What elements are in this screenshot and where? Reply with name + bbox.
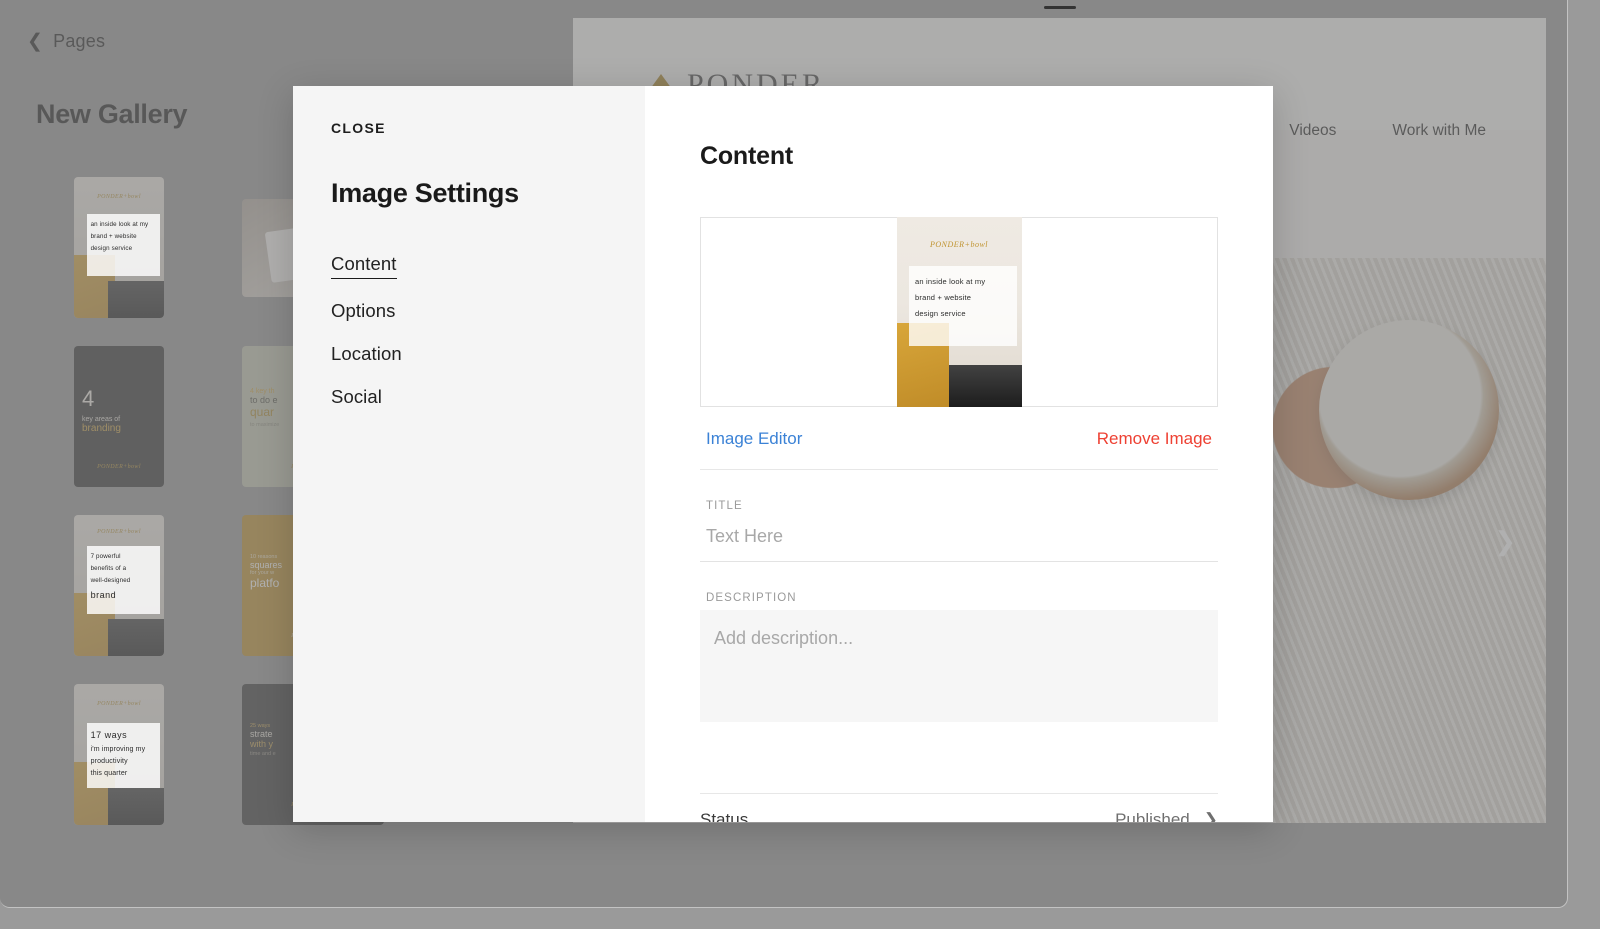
image-thumbnail: PONDER+bowl an inside look at my brand +… <box>896 217 1022 407</box>
image-settings-modal: CLOSE Image Settings Content Options Loc… <box>293 86 1273 822</box>
thumbnail-overlay-text: an inside look at my brand + website des… <box>86 213 161 276</box>
brandmark-text: PONDER+bowl <box>929 239 989 249</box>
settings-nav-item-content[interactable]: Content <box>331 253 397 279</box>
title-field-label: TITLE <box>706 500 743 512</box>
status-label: Status <box>700 810 749 822</box>
chevron-right-icon: ❯ <box>1203 810 1218 822</box>
thumbnail-overlay-text: 17 ways i'm improving my productivity th… <box>86 723 161 789</box>
remove-image-link[interactable]: Remove Image <box>1097 429 1212 449</box>
status-value-group[interactable]: Published ❯ <box>1115 810 1218 822</box>
modal-sidebar: CLOSE Image Settings Content Options Loc… <box>293 86 645 822</box>
modal-title: Image Settings <box>331 178 519 208</box>
description-field-label: DESCRIPTION <box>706 592 797 604</box>
image-preview-box[interactable]: PONDER+bowl an inside look at my brand +… <box>700 217 1218 407</box>
image-editor-link[interactable]: Image Editor <box>706 429 802 449</box>
section-title: Content <box>700 142 794 170</box>
modal-content-panel: Content PONDER+bowl an inside look at my… <box>645 86 1273 822</box>
description-input[interactable] <box>700 610 1218 722</box>
title-input[interactable] <box>700 518 1218 562</box>
status-row[interactable]: Status Published ❯ <box>700 793 1218 822</box>
image-overlay-text: an inside look at my brand + website des… <box>909 266 1017 347</box>
thumbnail-overlay-text: 7 powerful benefits of a well-designed b… <box>86 546 161 614</box>
settings-nav: Content Options Location Social <box>331 253 607 408</box>
panel-drag-handle[interactable] <box>1044 6 1076 9</box>
settings-nav-item-social[interactable]: Social <box>331 386 382 408</box>
status-value: Published <box>1115 810 1190 822</box>
app-window: ❮ Pages New Gallery PONDER+bowl an insid… <box>0 0 1568 908</box>
close-button[interactable]: CLOSE <box>331 120 386 136</box>
settings-nav-item-location[interactable]: Location <box>331 343 402 365</box>
settings-nav-item-options[interactable]: Options <box>331 300 395 322</box>
image-action-links: Image Editor Remove Image <box>700 407 1218 470</box>
